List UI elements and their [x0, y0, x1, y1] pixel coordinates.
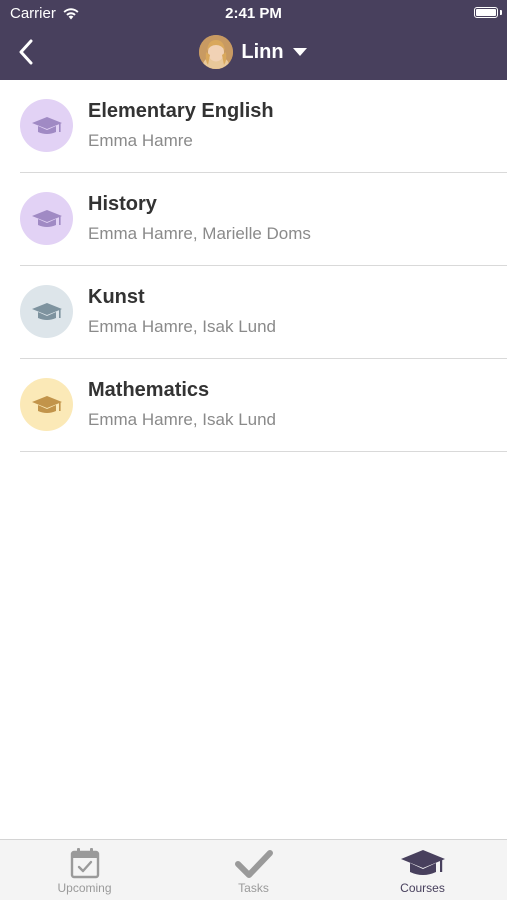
graduation-cap-icon [400, 850, 445, 875]
course-item[interactable]: Elementary English Emma Hamre [0, 80, 507, 173]
caret-down-icon [292, 48, 307, 56]
tab-label: Tasks [238, 881, 269, 895]
course-item[interactable]: Mathematics Emma Hamre, Isak Lund [0, 359, 507, 452]
course-icon-badge [20, 378, 73, 431]
status-time: 2:41 PM [225, 5, 282, 22]
graduation-cap-icon [31, 209, 62, 227]
checkmark-icon [234, 850, 273, 878]
graduation-cap-icon [31, 302, 62, 320]
graduation-cap-icon [31, 116, 62, 134]
course-teachers: Emma Hamre [88, 131, 193, 150]
course-teachers: Emma Hamre, Marielle Doms [88, 224, 311, 243]
profile-switcher[interactable]: Linn [0, 32, 507, 72]
course-teachers: Emma Hamre, Isak Lund [88, 410, 277, 429]
navigation-header: Carrier 2:41 PM Linn [0, 0, 507, 80]
course-name: Kunst [88, 286, 145, 308]
course-icon-badge [20, 99, 73, 152]
status-bar: Carrier 2:41 PM [0, 0, 507, 28]
tab-courses[interactable]: Courses [338, 840, 507, 900]
course-item[interactable]: Kunst Emma Hamre, Isak Lund [0, 266, 507, 359]
calendar-check-icon [70, 848, 99, 879]
course-list: Elementary English Emma Hamre History Em… [0, 80, 507, 452]
tab-tasks[interactable]: Tasks [169, 840, 338, 900]
profile-name: Linn [241, 40, 284, 63]
course-icon-badge [20, 285, 73, 338]
course-name: Elementary English [88, 100, 274, 122]
course-item[interactable]: History Emma Hamre, Marielle Doms [0, 173, 507, 266]
tab-bar: Upcoming Tasks Courses [0, 839, 507, 900]
course-name: History [88, 193, 157, 215]
battery-cap [500, 10, 502, 15]
course-icon-badge [20, 192, 73, 245]
tab-label: Courses [400, 881, 445, 895]
tab-label: Upcoming [57, 881, 112, 895]
tab-upcoming[interactable]: Upcoming [0, 840, 169, 900]
course-name: Mathematics [88, 379, 210, 401]
course-teachers: Emma Hamre, Isak Lund [88, 317, 277, 336]
graduation-cap-icon [31, 395, 62, 413]
avatar [199, 35, 234, 69]
battery-icon [474, 7, 498, 18]
